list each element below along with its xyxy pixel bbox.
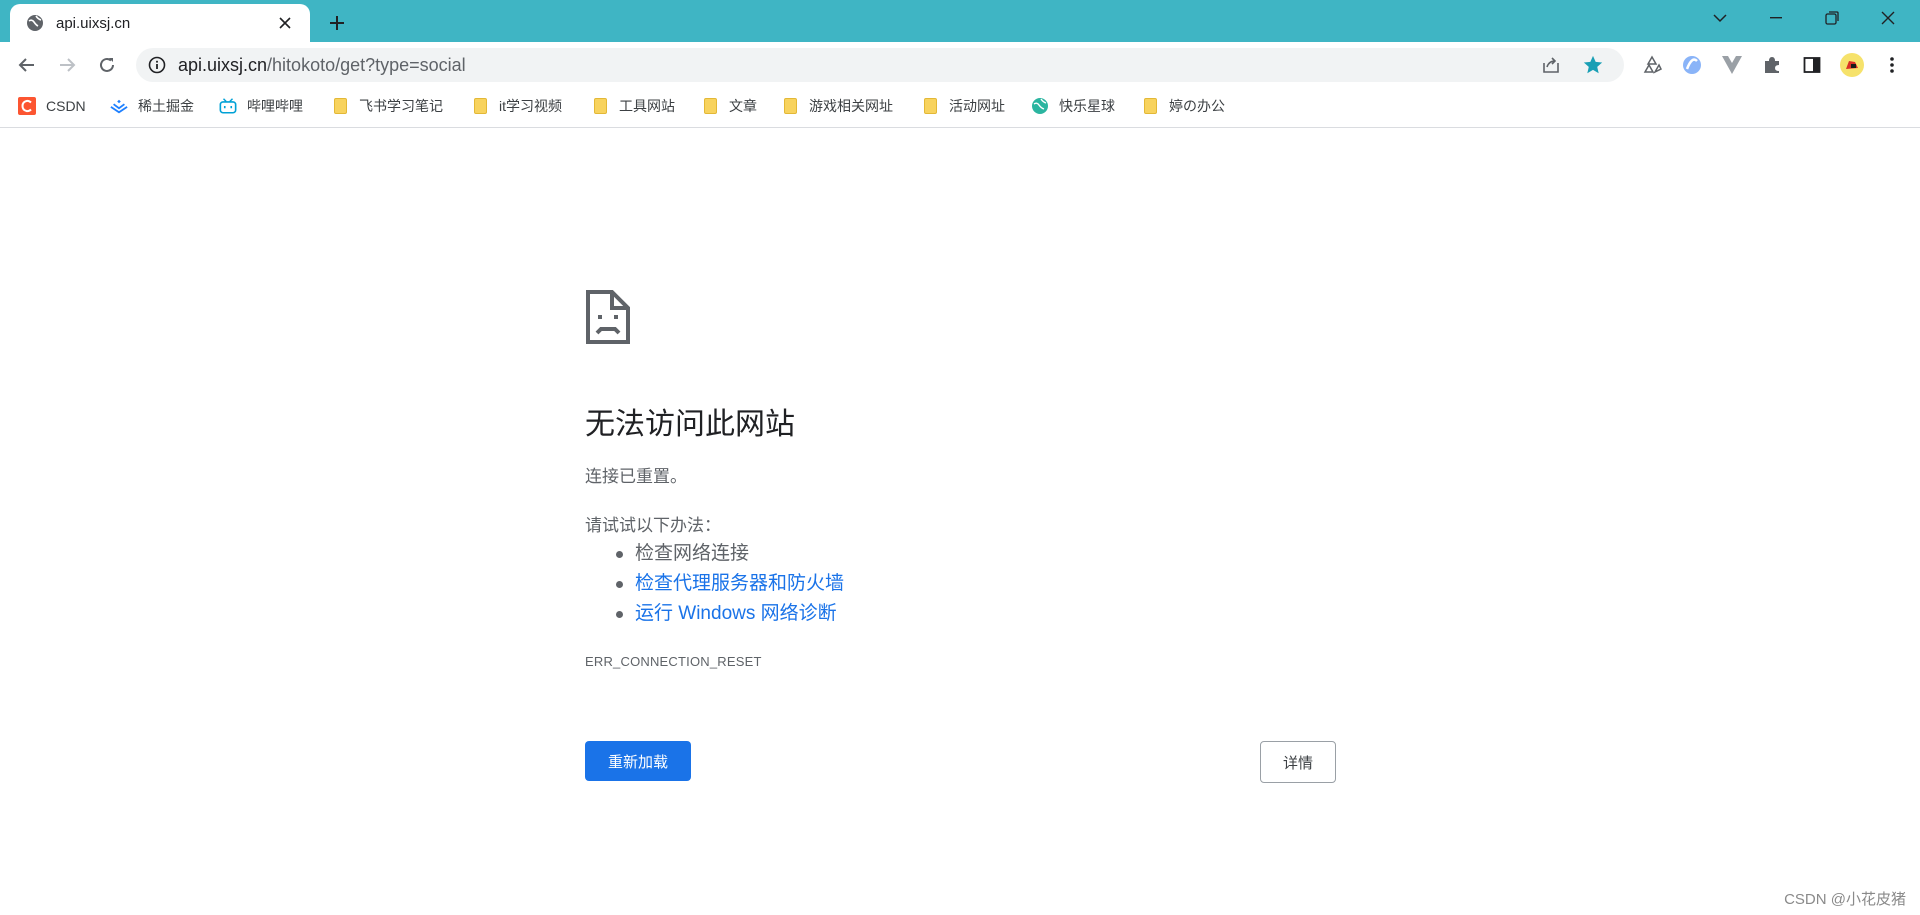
suggestions-heading: 请试试以下办法：: [585, 516, 721, 535]
chevron-down-icon[interactable]: [1692, 0, 1748, 36]
close-window-icon[interactable]: [1860, 0, 1916, 36]
error-page: 无法访问此网站 连接已重置。 请试试以下办法： 检查网络连接 检查代理服务器和防…: [0, 129, 1920, 915]
bookmark-kuaile-xingqiu[interactable]: 快乐星球: [1031, 88, 1115, 124]
bookmark-label: 游戏相关网址: [809, 98, 893, 114]
bookmark-label: 文章: [729, 98, 757, 114]
tab-strip: api.uixsj.cn: [0, 0, 1920, 42]
forward-icon[interactable]: [52, 50, 82, 80]
bookmark-label: 飞书学习笔记: [359, 98, 443, 114]
watermark: CSDN @小花皮猪: [1784, 891, 1906, 908]
folder-icon: [701, 97, 719, 115]
extension-orb-icon[interactable]: [1677, 50, 1707, 80]
bookmark-label: CSDN: [46, 98, 86, 114]
toolbar: api.uixsj.cn/hitokoto/get?type=social: [0, 42, 1920, 88]
error-title: 无法访问此网站: [585, 408, 795, 441]
bookmarks-bar: CSDN 稀土掘金 哔哩哔哩 飞书学习笔记 it学习视频 工具网站 文章 游戏相…: [0, 88, 1920, 128]
tab-active[interactable]: api.uixsj.cn: [10, 4, 310, 42]
bookmark-bilibili[interactable]: 哔哩哔哩: [219, 88, 303, 124]
extensions-puzzle-icon[interactable]: [1757, 50, 1787, 80]
bookmark-label: 婷の办公: [1169, 98, 1225, 114]
bookmark-label: 工具网站: [619, 98, 675, 114]
reload-icon[interactable]: [92, 50, 122, 80]
url-host: api.uixsj.cn: [178, 55, 268, 75]
new-tab-icon[interactable]: [322, 8, 352, 38]
folder-icon: [1141, 97, 1159, 115]
juejin-icon: [110, 97, 128, 115]
reload-button[interactable]: 重新加载: [585, 741, 691, 781]
menu-kebab-icon[interactable]: [1877, 50, 1907, 80]
bookmark-folder[interactable]: 活动网址: [921, 88, 1005, 124]
bookmark-folder[interactable]: 飞书学习笔记: [331, 88, 443, 124]
profile-avatar[interactable]: [1837, 50, 1867, 80]
minimize-icon[interactable]: [1748, 0, 1804, 36]
back-icon[interactable]: [12, 50, 42, 80]
sad-page-icon: [586, 290, 630, 344]
suggestion-check-proxy-link[interactable]: 检查代理服务器和防火墙: [585, 569, 844, 599]
bookmark-folder[interactable]: 工具网站: [591, 88, 675, 124]
suggestion-run-diagnostics-link[interactable]: 运行 Windows 网络诊断: [585, 599, 844, 629]
bookmark-folder[interactable]: it学习视频: [471, 88, 562, 124]
folder-icon: [471, 97, 489, 115]
csdn-icon: [18, 97, 36, 115]
suggestion-check-network: 检查网络连接: [585, 539, 844, 569]
bookmark-csdn[interactable]: CSDN: [18, 88, 86, 124]
globe-icon: [27, 15, 43, 31]
folder-icon: [921, 97, 939, 115]
site-info-icon[interactable]: [148, 56, 166, 74]
bookmark-folder[interactable]: 文章: [701, 88, 757, 124]
folder-icon: [591, 97, 609, 115]
suggestions-list: 检查网络连接 检查代理服务器和防火墙 运行 Windows 网络诊断: [585, 539, 844, 629]
share-icon[interactable]: [1541, 55, 1561, 75]
bilibili-icon: [219, 97, 237, 115]
vue-devtools-icon[interactable]: [1717, 50, 1747, 80]
address-bar[interactable]: api.uixsj.cn/hitokoto/get?type=social: [136, 48, 1624, 82]
bookmark-star-icon[interactable]: [1582, 54, 1604, 76]
bookmark-folder[interactable]: 婷の办公: [1141, 88, 1225, 124]
bookmark-label: 稀土掘金: [138, 98, 194, 114]
tab-close-icon[interactable]: [274, 12, 296, 34]
bookmark-label: 快乐星球: [1059, 98, 1115, 114]
tab-title: api.uixsj.cn: [56, 14, 131, 32]
recycle-extension-icon[interactable]: [1637, 50, 1667, 80]
restore-icon[interactable]: [1804, 0, 1860, 36]
bookmark-label: 活动网址: [949, 98, 1005, 114]
folder-icon: [331, 97, 349, 115]
bookmark-folder[interactable]: 游戏相关网址: [781, 88, 893, 124]
folder-icon: [781, 97, 799, 115]
error-code: ERR_CONNECTION_RESET: [585, 654, 762, 669]
globe-icon: [1031, 97, 1049, 115]
url-path: /hitokoto/get?type=social: [267, 55, 466, 75]
url-text[interactable]: api.uixsj.cn/hitokoto/get?type=social: [178, 48, 466, 82]
details-button[interactable]: 详情: [1260, 741, 1336, 783]
error-summary: 连接已重置。: [585, 467, 687, 486]
bookmark-label: 哔哩哔哩: [247, 98, 303, 114]
bookmark-juejin[interactable]: 稀土掘金: [110, 88, 194, 124]
bookmark-label: it学习视频: [499, 98, 562, 114]
side-panel-icon[interactable]: [1797, 50, 1827, 80]
